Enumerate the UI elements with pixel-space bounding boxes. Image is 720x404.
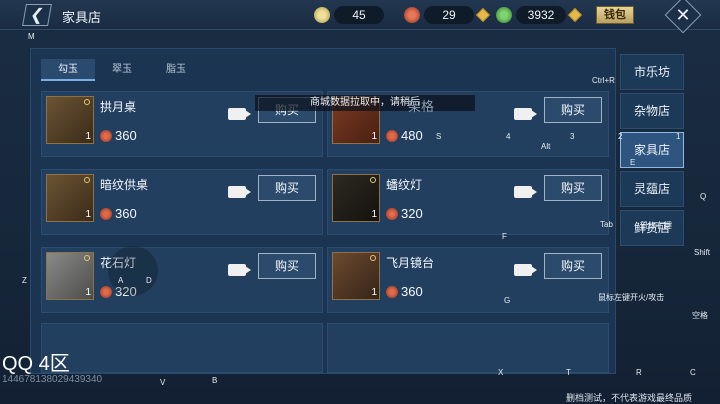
item-thumbnail: 1 [46, 174, 94, 222]
back-button[interactable]: ❮ [22, 4, 52, 26]
item-card[interactable] [327, 323, 609, 373]
back-arrow-icon: ❮ [28, 7, 46, 24]
red-jade-icon [386, 129, 398, 142]
key-hint: R [636, 368, 642, 377]
item-name: 暗纹供桌 [100, 178, 149, 192]
key-hint: A [118, 276, 124, 285]
red-jade-icon [404, 7, 420, 23]
item-card[interactable]: 1 飞月镜台 360 购买 [327, 247, 609, 313]
tab-bar: 勾玉 翠玉 脂玉 [41, 59, 203, 81]
tag-icon [370, 255, 376, 261]
wallet-button[interactable]: 钱包 [596, 6, 634, 24]
tag-icon [84, 99, 90, 105]
virtual-joystick[interactable] [108, 246, 158, 296]
key-hint: Q [700, 192, 707, 201]
key-hint: C [690, 368, 696, 377]
key-hint: 4 [506, 132, 511, 141]
item-price: 360 [386, 284, 423, 299]
key-hint: 2 [618, 132, 623, 141]
tag-icon [370, 177, 376, 183]
item-thumbnail: 1 [46, 96, 94, 144]
key-hint: S [436, 132, 442, 141]
user-id: 1446781380294393​40 [2, 374, 103, 385]
top-bar: ❮ 家具店 45 29 3932 钱包 ✕ [0, 0, 720, 34]
add-red-jade-button[interactable] [475, 7, 491, 23]
sidebar-item-lingyun[interactable]: 灵蕴店 [620, 171, 684, 207]
close-icon: ✕ [675, 5, 691, 25]
item-thumbnail: 1 [332, 252, 380, 300]
item-name: 飞月镜台 [386, 256, 435, 270]
key-hint: Shift [694, 248, 711, 257]
server-label: QQ 4区 [2, 353, 70, 375]
key-hint: 鼠标左键开火/攻击 [598, 293, 665, 302]
key-hint: T [566, 368, 571, 377]
item-card[interactable]: 1 花石灯 320 购买 [41, 247, 323, 313]
add-green-jade-button[interactable] [567, 7, 583, 23]
key-hint: Tab [600, 220, 613, 229]
currency-green-jade: 3932 [496, 5, 583, 25]
tab-zhiyu[interactable]: 脂玉 [149, 59, 203, 81]
camera-icon[interactable] [228, 264, 251, 276]
sidebar-item-shileyfang[interactable]: 市乐坊 [620, 54, 684, 90]
tag-icon [84, 255, 90, 261]
key-hint: F [502, 232, 507, 241]
key-hint: Z [22, 276, 27, 285]
key-hint: D [146, 276, 152, 285]
item-card[interactable]: 1 蟠纹灯 320 购买 [327, 169, 609, 235]
item-thumbnail: 1 [332, 174, 380, 222]
item-card[interactable] [41, 323, 323, 373]
item-name: 蟠纹灯 [386, 178, 423, 192]
buy-button[interactable]: 购买 [258, 175, 316, 201]
loading-toast: 商城数据拉取中，请稍后 [255, 95, 475, 111]
buy-button[interactable]: 购买 [258, 253, 316, 279]
item-name: 拱月桌 [100, 100, 137, 114]
key-hint: 空格 [692, 311, 708, 320]
key-hint: B [212, 376, 218, 385]
key-hint: M [28, 32, 35, 41]
camera-icon[interactable] [514, 186, 537, 198]
close-button[interactable]: ✕ [664, 0, 702, 34]
red-jade-icon [386, 207, 398, 220]
currency-copper: 45 [314, 5, 384, 25]
key-hint: E [630, 158, 636, 167]
item-card[interactable]: 1 暗纹供桌 360 购买 [41, 169, 323, 235]
item-price: 480 [386, 128, 423, 143]
key-hint: G [504, 296, 511, 305]
item-price: 320 [386, 206, 423, 221]
key-hint: Ctrl+R [592, 76, 615, 85]
item-price: 360 [100, 206, 137, 221]
red-jade-icon [100, 285, 112, 298]
currency-value: 45 [334, 6, 384, 24]
key-hint: 3 [570, 132, 575, 141]
tag-icon [84, 177, 90, 183]
buy-button[interactable]: 购买 [544, 253, 602, 279]
camera-icon[interactable] [514, 264, 537, 276]
copper-coin-icon [314, 7, 330, 23]
page-title: 家具店 [62, 10, 102, 25]
key-hint: X [498, 368, 504, 377]
currency-value: 3932 [516, 6, 566, 24]
item-price: 360 [100, 128, 137, 143]
ghost-label: 架格 [408, 99, 435, 114]
key-hint: 1 [676, 132, 681, 141]
key-hint: 鼠标右键 [640, 221, 672, 230]
camera-icon[interactable] [228, 186, 251, 198]
camera-icon[interactable] [228, 108, 251, 120]
currency-value: 29 [424, 6, 474, 24]
buy-button[interactable]: 购买 [544, 175, 602, 201]
red-jade-icon [100, 129, 112, 142]
currency-red-jade: 29 [404, 5, 491, 25]
red-jade-icon [100, 207, 112, 220]
tab-gouyu[interactable]: 勾玉 [41, 59, 95, 81]
item-thumbnail: 1 [46, 252, 94, 300]
red-jade-icon [386, 285, 398, 298]
camera-icon[interactable] [514, 108, 537, 120]
test-disclaimer: 删档测试，不代表游戏最终品质 [566, 393, 693, 403]
tab-cuiyu[interactable]: 翠玉 [95, 59, 149, 81]
key-hint: V [160, 378, 166, 387]
buy-button[interactable]: 购买 [544, 97, 602, 123]
green-jade-icon [496, 7, 512, 23]
sidebar-item-zawu[interactable]: 杂物店 [620, 93, 684, 129]
key-hint: Alt [541, 142, 551, 151]
